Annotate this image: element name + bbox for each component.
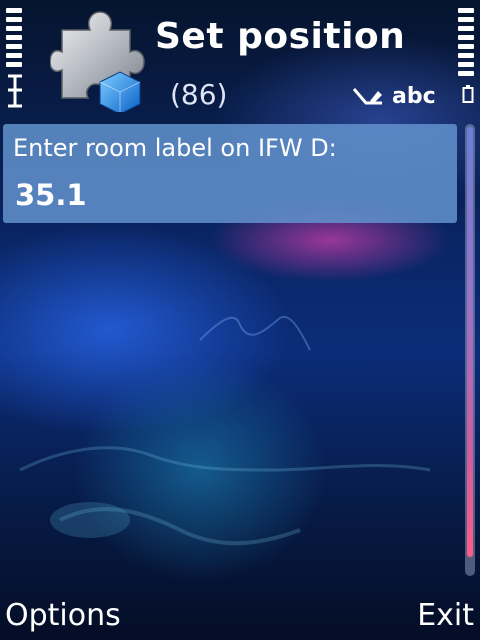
options-softkey[interactable]: Options [5, 598, 121, 633]
character-counter: (86) [170, 78, 228, 111]
puzzle-piece-icon [49, 8, 146, 115]
room-label-input[interactable]: 35.1 [15, 178, 87, 212]
scrollbar[interactable] [465, 124, 475, 576]
page-title: Set position [155, 16, 406, 57]
exit-softkey[interactable]: Exit [417, 598, 474, 633]
query-prompt: Enter room label on IFW D: [13, 134, 337, 162]
signal-strength-icon [4, 4, 26, 114]
input-mode-label: abc [392, 83, 436, 109]
query-dialog: Enter room label on IFW D: 35.1 [3, 124, 457, 223]
input-mode-indicator: abc [352, 82, 436, 110]
battery-icon [462, 84, 474, 104]
scrollbar-thumb[interactable] [467, 127, 473, 557]
pen-input-icon [352, 88, 382, 105]
